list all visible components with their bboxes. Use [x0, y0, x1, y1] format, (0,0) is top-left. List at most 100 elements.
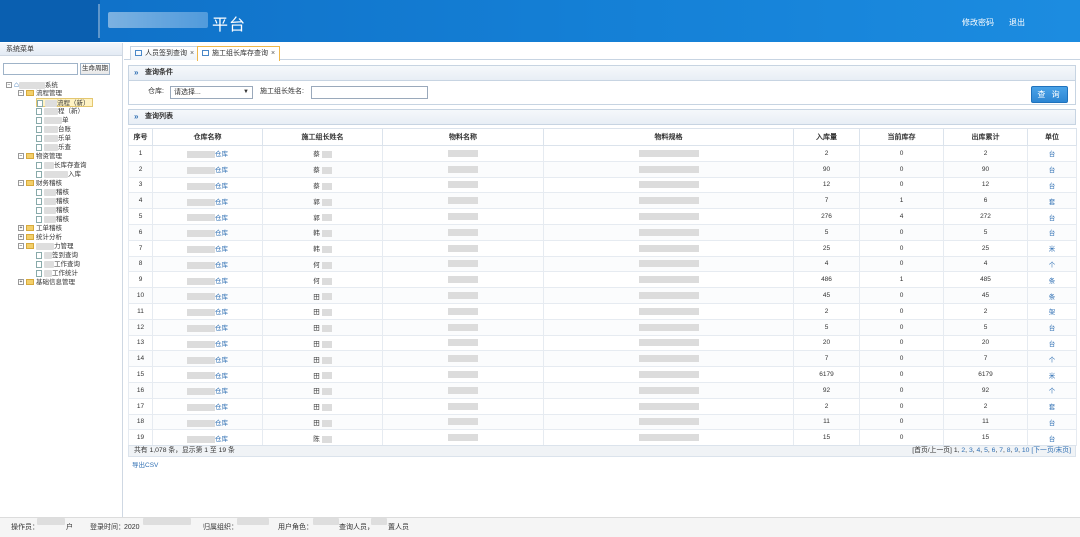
query-panel-header[interactable]: » 查询条件 — [128, 65, 1076, 81]
table-row[interactable]: 18 仓库 田 11 0 11 台 — [128, 413, 1077, 431]
collapse-icon[interactable]: − — [18, 180, 24, 187]
collapse-chevron-icon[interactable]: » — [134, 110, 138, 124]
page-link-3[interactable]: 3 — [969, 447, 973, 454]
table-row[interactable]: 13 仓库 田 20 0 20 台 — [128, 334, 1077, 352]
tree-item-6[interactable]: 乐查 — [36, 143, 71, 152]
col-header-unit[interactable]: 单位 — [1027, 128, 1077, 146]
table-row[interactable]: 14 仓库 田 7 0 7 个 — [128, 350, 1077, 368]
cell-no: 5 — [128, 208, 153, 225]
table-row[interactable]: 5 仓库 郭 276 4 272 台 — [128, 208, 1077, 225]
tree-item-3[interactable]: 单 — [36, 116, 69, 125]
collapse-icon[interactable]: − — [18, 153, 24, 160]
tree-item-process-new[interactable]: 流程（新） — [36, 98, 93, 107]
tree-folder-label: 工单稽核 — [36, 225, 62, 232]
expand-icon[interactable]: + — [18, 279, 24, 286]
tree-folder-basic-info[interactable]: + 基础信息管理 — [18, 278, 75, 287]
tree-item-5[interactable]: 乐单 — [36, 134, 71, 143]
tree-item-signin-query[interactable]: 签到查询 — [36, 251, 78, 260]
tree-item-audit-3[interactable]: 稽核 — [36, 206, 69, 215]
leader-name-input[interactable] — [311, 86, 428, 99]
close-icon[interactable]: × — [271, 50, 275, 57]
page-link-8[interactable]: 8 — [1007, 447, 1011, 454]
warehouse-select[interactable]: 请选择... ▼ — [170, 86, 253, 99]
expand-icon[interactable]: + — [18, 234, 24, 241]
table-row[interactable]: 8 仓库 何 4 0 4 个 — [128, 255, 1077, 273]
close-icon[interactable]: × — [190, 50, 194, 57]
tree-item-label: 台账 — [58, 126, 71, 133]
tree-folder-finance[interactable]: − 财务稽核 — [18, 179, 62, 188]
table-row[interactable]: 4 仓库 郭 7 1 6 套 — [128, 192, 1077, 210]
tree-item-4[interactable]: 台账 — [36, 125, 71, 134]
col-header-warehouse[interactable]: 仓库名称 — [152, 128, 263, 146]
table-row[interactable]: 15 仓库 田 6179 0 6179 米 — [128, 366, 1077, 383]
tree-item-label: 长库存查询 — [54, 162, 87, 169]
col-header-outbound-total[interactable]: 出库累计 — [943, 128, 1028, 146]
change-password-link[interactable]: 修改密码 — [962, 17, 994, 28]
cell-current-stock: 0 — [859, 145, 944, 162]
cell-material-name — [382, 287, 544, 304]
table-row[interactable]: 2 仓库 蔡 90 0 90 台 — [128, 160, 1077, 178]
cell-leader: 田 — [262, 287, 383, 304]
page-link-9[interactable]: 9 — [1014, 447, 1018, 454]
export-csv-link[interactable]: 导出CSV — [132, 459, 158, 469]
table-row[interactable]: 1 仓库 蔡 2 0 2 台 — [128, 145, 1077, 162]
page-link-6[interactable]: 6 — [992, 447, 996, 454]
tree-item-audit-4[interactable]: 稽核 — [36, 215, 69, 224]
table-row[interactable]: 10 仓库 田 45 0 45 条 — [128, 287, 1077, 304]
tree-item-2[interactable]: 程（新） — [36, 107, 84, 116]
collapse-icon[interactable]: − — [18, 243, 24, 250]
collapse-chevron-icon[interactable]: » — [134, 66, 138, 80]
page-link-1[interactable]: 1 — [954, 447, 958, 454]
logout-link[interactable]: 退出 — [1009, 17, 1025, 28]
page-link-10[interactable]: 10 — [1022, 447, 1030, 454]
tree-item-audit-2[interactable]: 稽核 — [36, 197, 69, 206]
cell-outbound-total: 6179 — [943, 366, 1028, 383]
collapse-icon[interactable]: − — [18, 90, 24, 97]
first-prev-link[interactable]: [首页/上一页] — [912, 447, 952, 454]
table-row[interactable]: 9 仓库 何 486 1 485 条 — [128, 271, 1077, 289]
tree-folder-manpower[interactable]: − 力管理 — [18, 242, 74, 251]
page-link-5[interactable]: 5 — [984, 447, 988, 454]
cell-warehouse-text: 仓库 — [215, 277, 228, 285]
col-header-leader[interactable]: 施工组长姓名 — [262, 128, 383, 146]
tree-item-inbound[interactable]: 入库 — [36, 170, 81, 179]
tree-item-leader-stock[interactable]: 长库存查询 — [36, 161, 87, 170]
tree-item-work-query[interactable]: 工作查询 — [36, 260, 80, 269]
table-row[interactable]: 3 仓库 蔡 12 0 12 台 — [128, 176, 1077, 194]
tree-item-audit-1[interactable]: 稽核 — [36, 188, 69, 197]
cell-inbound: 92 — [793, 381, 860, 399]
tree-folder-process[interactable]: − 流程管理 — [18, 89, 62, 98]
table-row[interactable]: 17 仓库 田 2 0 2 套 — [128, 397, 1077, 415]
query-button[interactable]: 查 询 — [1031, 86, 1068, 103]
tab-leader-stock-query[interactable]: 施工组长库存查询 × — [197, 46, 281, 61]
table-row[interactable]: 16 仓库 田 92 0 92 个 — [128, 381, 1077, 399]
col-header-no[interactable]: 序号 — [128, 128, 153, 146]
page-link-7[interactable]: 7 — [999, 447, 1003, 454]
cell-unit: 台 — [1027, 429, 1077, 447]
page-link-2[interactable]: 2 — [961, 447, 965, 454]
tree-folder-materials[interactable]: − 物资管理 — [18, 152, 62, 161]
lifecycle-button[interactable]: 生命周期 — [80, 63, 110, 75]
tree-folder-statistics[interactable]: + 统计分析 — [18, 233, 62, 242]
cell-unit-text: 台 — [1048, 435, 1056, 443]
table-row[interactable]: 12 仓库 田 5 0 5 台 — [128, 318, 1077, 336]
page-link-4[interactable]: 4 — [977, 447, 981, 454]
tree-folder-workorder-audit[interactable]: + 工单稽核 — [18, 224, 62, 233]
col-header-material-spec[interactable]: 物料规格 — [543, 128, 794, 146]
col-header-material-name[interactable]: 物料名称 — [382, 128, 544, 146]
menu-search-input[interactable] — [3, 63, 78, 75]
list-panel-header[interactable]: » 查询列表 — [128, 109, 1076, 125]
brand-block — [0, 0, 100, 42]
collapse-icon[interactable]: − — [6, 82, 12, 89]
table-row[interactable]: 7 仓库 韩 25 0 25 米 — [128, 239, 1077, 257]
tree-root[interactable]: − ⌂ 系统 — [6, 80, 58, 89]
tab-signin-query[interactable]: 人员签到查询 × — [130, 46, 200, 60]
table-row[interactable]: 6 仓库 韩 5 0 5 台 — [128, 223, 1077, 241]
table-row[interactable]: 19 仓库 陈 15 0 15 台 — [128, 429, 1077, 447]
tree-item-work-stats[interactable]: 工作统计 — [36, 269, 78, 278]
table-row[interactable]: 11 仓库 田 2 0 2 架 — [128, 302, 1077, 320]
expand-icon[interactable]: + — [18, 225, 24, 232]
next-last-link[interactable]: [下一页/末页] — [1031, 447, 1071, 454]
col-header-current-stock[interactable]: 当前库存 — [859, 128, 944, 146]
col-header-inbound[interactable]: 入库量 — [793, 128, 860, 146]
